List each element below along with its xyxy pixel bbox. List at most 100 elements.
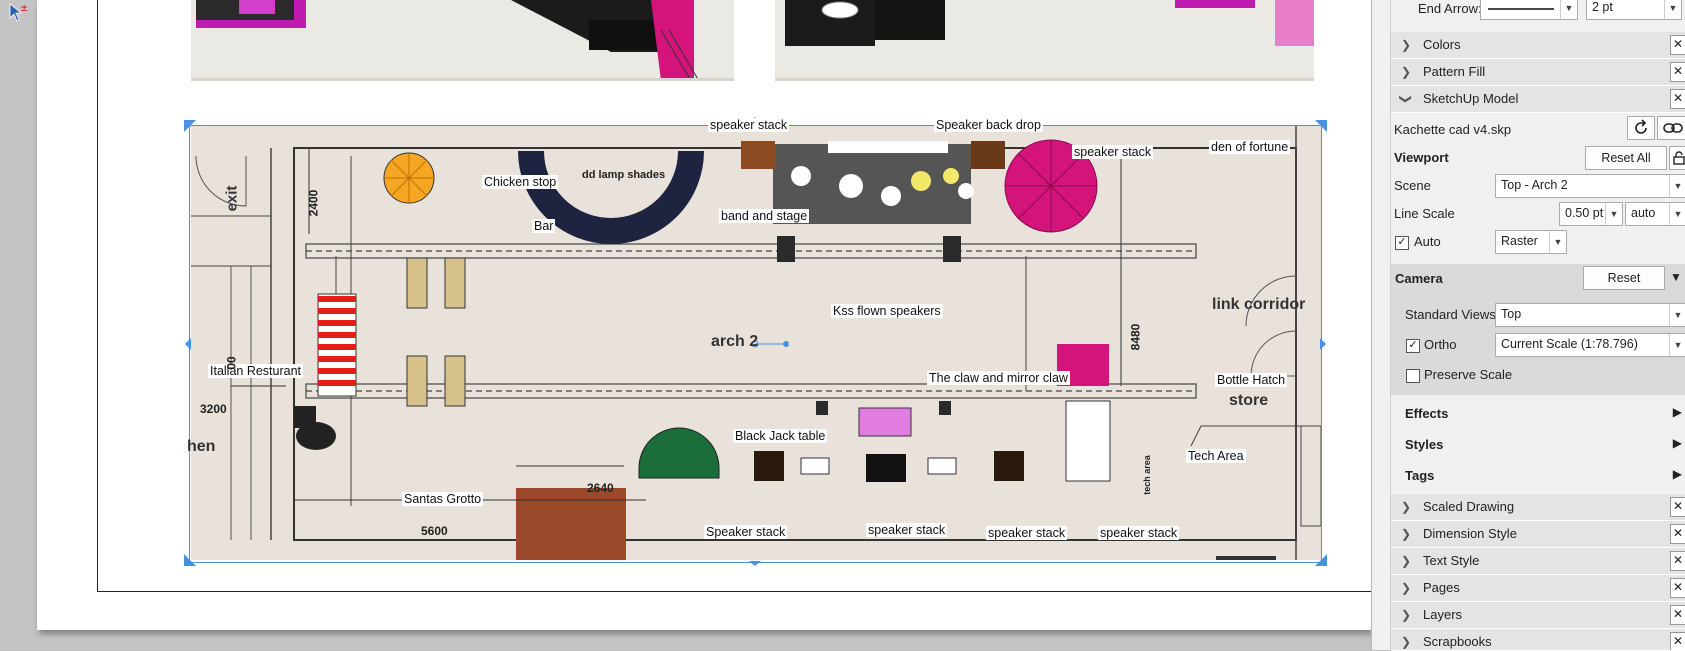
section-pages[interactable]: ❯ Pages ✕ xyxy=(1391,575,1685,602)
preserve-scale-label: Preserve Scale xyxy=(1424,367,1513,382)
line-scale-select[interactable]: 0.50 pt ▼ xyxy=(1559,202,1623,226)
triangle-right-icon: ▶ xyxy=(1672,436,1682,450)
section-layers[interactable]: ❯ Layers ✕ xyxy=(1391,602,1685,629)
dimension-00: 00 xyxy=(224,356,239,370)
link-icon xyxy=(1662,123,1683,133)
room-store: store xyxy=(1229,392,1269,409)
room-arch-2: arch 2 xyxy=(711,333,759,350)
render-mode-select[interactable]: Raster ▼ xyxy=(1495,230,1567,254)
room-hen: hen xyxy=(187,438,216,455)
dimension-2640: 2640 xyxy=(587,481,614,495)
callout-band-and-stage: band and stage xyxy=(719,209,810,223)
line-scale-mode-select[interactable]: auto ▼ xyxy=(1625,202,1685,226)
close-icon[interactable]: ✕ xyxy=(1670,578,1685,598)
close-icon[interactable]: ✕ xyxy=(1670,524,1685,544)
dimension-8480: 8480 xyxy=(1128,323,1143,351)
chevron-down-icon: ▼ xyxy=(1669,175,1685,197)
viewport-title: Viewport xyxy=(1394,150,1449,165)
chevron-right-icon: ❯ xyxy=(1401,38,1412,52)
chevron-down-icon: ▼ xyxy=(1560,0,1577,19)
callout-tech-area: Tech Area xyxy=(1186,449,1246,463)
ortho-label: Ortho xyxy=(1424,337,1457,352)
section-colors[interactable]: ❯ Colors ✕ xyxy=(1391,32,1685,59)
refresh-model-button[interactable] xyxy=(1627,116,1655,140)
callout-den-of-fortune: den of fortune xyxy=(1209,140,1291,154)
handle-bottom-mid xyxy=(749,561,761,566)
camera-collapse-icon[interactable]: ▼ xyxy=(1670,270,1682,284)
model-file-name: Kachette cad v4.skp xyxy=(1394,122,1512,137)
callout-bottle-hatch: Bottle Hatch xyxy=(1215,373,1288,387)
section-scrapbooks[interactable]: ❯ Scrapbooks ✕ xyxy=(1391,629,1685,651)
ortho-scale-select[interactable]: Current Scale (1:78.796) ▼ xyxy=(1495,333,1685,357)
handle-bottom-right xyxy=(1315,554,1327,566)
close-icon[interactable]: ✕ xyxy=(1670,35,1685,55)
section-sketchup-model[interactable]: ❯ SketchUp Model ✕ xyxy=(1391,86,1685,113)
chevron-down-icon: ▼ xyxy=(1664,0,1681,19)
close-icon[interactable]: ✕ xyxy=(1670,89,1685,109)
callout-bar: Bar xyxy=(532,219,556,233)
chevron-right-icon: ❯ xyxy=(1401,554,1412,568)
chevron-down-icon: ▼ xyxy=(1669,203,1685,225)
section-pattern-fill[interactable]: ❯ Pattern Fill ✕ xyxy=(1391,59,1685,86)
chevron-right-icon: ❯ xyxy=(1401,635,1412,649)
section-styles[interactable]: Styles ▶ xyxy=(1391,429,1685,459)
section-dimension-style[interactable]: ❯ Dimension Style ✕ xyxy=(1391,521,1685,548)
end-arrow-style-select[interactable]: ▼ xyxy=(1480,0,1578,20)
room-link-corridor: link corridor xyxy=(1212,296,1306,313)
refresh-icon xyxy=(1635,119,1647,134)
label-tech-area-wall: tech area xyxy=(1141,455,1152,495)
lock-button[interactable] xyxy=(1669,146,1685,170)
document-canvas[interactable]: ± speaker stack Speaker back drop speake… xyxy=(0,0,1388,650)
callout-chicken-stop: Chicken stop xyxy=(482,175,559,189)
section-scaled-drawing[interactable]: ❯ Scaled Drawing ✕ xyxy=(1391,494,1685,521)
handle-left-mid xyxy=(185,338,191,350)
callout-italian-resturant: Italian Resturant xyxy=(208,364,304,378)
close-icon[interactable]: ✕ xyxy=(1670,497,1685,517)
standard-views-select[interactable]: Top ▼ xyxy=(1495,303,1685,327)
close-icon[interactable]: ✕ xyxy=(1670,62,1685,82)
chevron-down-icon: ❯ xyxy=(1399,93,1414,105)
scene-label: Scene xyxy=(1394,178,1431,193)
auto-checkbox[interactable]: ✓ xyxy=(1395,236,1409,250)
scene-select[interactable]: Top - Arch 2 ▼ xyxy=(1495,174,1685,198)
close-icon[interactable]: ✕ xyxy=(1670,551,1685,571)
end-arrow-label: End Arrow: xyxy=(1418,1,1482,16)
inspector-panel: End Arrow: ▼ 2 pt ▼ ❯ Colors ✕ ❯ Pattern… xyxy=(1371,0,1685,651)
handle-top-left xyxy=(184,120,196,132)
handle-right-mid xyxy=(1320,338,1326,350)
section-text-style[interactable]: ❯ Text Style ✕ xyxy=(1391,548,1685,575)
dimension-5600: 5600 xyxy=(421,524,448,538)
section-effects[interactable]: Effects ▶ xyxy=(1391,398,1685,428)
relink-model-button[interactable] xyxy=(1657,116,1685,140)
room-exit: exit xyxy=(223,185,241,212)
callout-black-jack-table: Black Jack table xyxy=(733,429,828,443)
chevron-right-icon: ❯ xyxy=(1401,608,1412,622)
callout-santas-grotto: Santas Grotto xyxy=(402,492,484,506)
callout-speaker-stack-2: speaker stack xyxy=(866,523,948,537)
triangle-right-icon: ▶ xyxy=(1672,405,1682,419)
end-arrow-weight-select[interactable]: 2 pt ▼ xyxy=(1586,0,1682,20)
chevron-right-icon: ❯ xyxy=(1401,500,1412,514)
lock-icon xyxy=(1672,151,1685,165)
callout-speaker-stack-1: Speaker stack xyxy=(704,525,788,539)
callout-speaker-stack-top-right: speaker stack xyxy=(1072,145,1154,159)
chevron-down-icon: ▼ xyxy=(1669,334,1685,356)
panel-scrollbar[interactable] xyxy=(1372,0,1391,650)
section-tags[interactable]: Tags ▶ xyxy=(1391,460,1685,490)
chevron-down-icon: ▼ xyxy=(1669,304,1685,326)
handle-top-right xyxy=(1315,120,1327,132)
dimension-3200: 3200 xyxy=(200,402,227,416)
camera-reset-button[interactable]: Reset xyxy=(1583,266,1665,290)
dimension-2400: 2400 xyxy=(306,189,321,217)
callout-speaker-stack-top: speaker stack xyxy=(708,118,790,132)
chevron-down-icon: ▼ xyxy=(1549,231,1566,253)
callout-the-claw: The claw and mirror claw xyxy=(927,371,1070,385)
line-scale-label: Line Scale xyxy=(1394,206,1455,221)
preserve-scale-checkbox[interactable] xyxy=(1406,369,1420,383)
chevron-down-icon: ▼ xyxy=(1605,203,1622,225)
callout-speaker-stack-4: speaker stack xyxy=(1098,526,1180,540)
ortho-checkbox[interactable]: ✓ xyxy=(1406,339,1420,353)
reset-all-button[interactable]: Reset All xyxy=(1585,146,1667,170)
close-icon[interactable]: ✕ xyxy=(1670,632,1685,650)
close-icon[interactable]: ✕ xyxy=(1670,605,1685,625)
